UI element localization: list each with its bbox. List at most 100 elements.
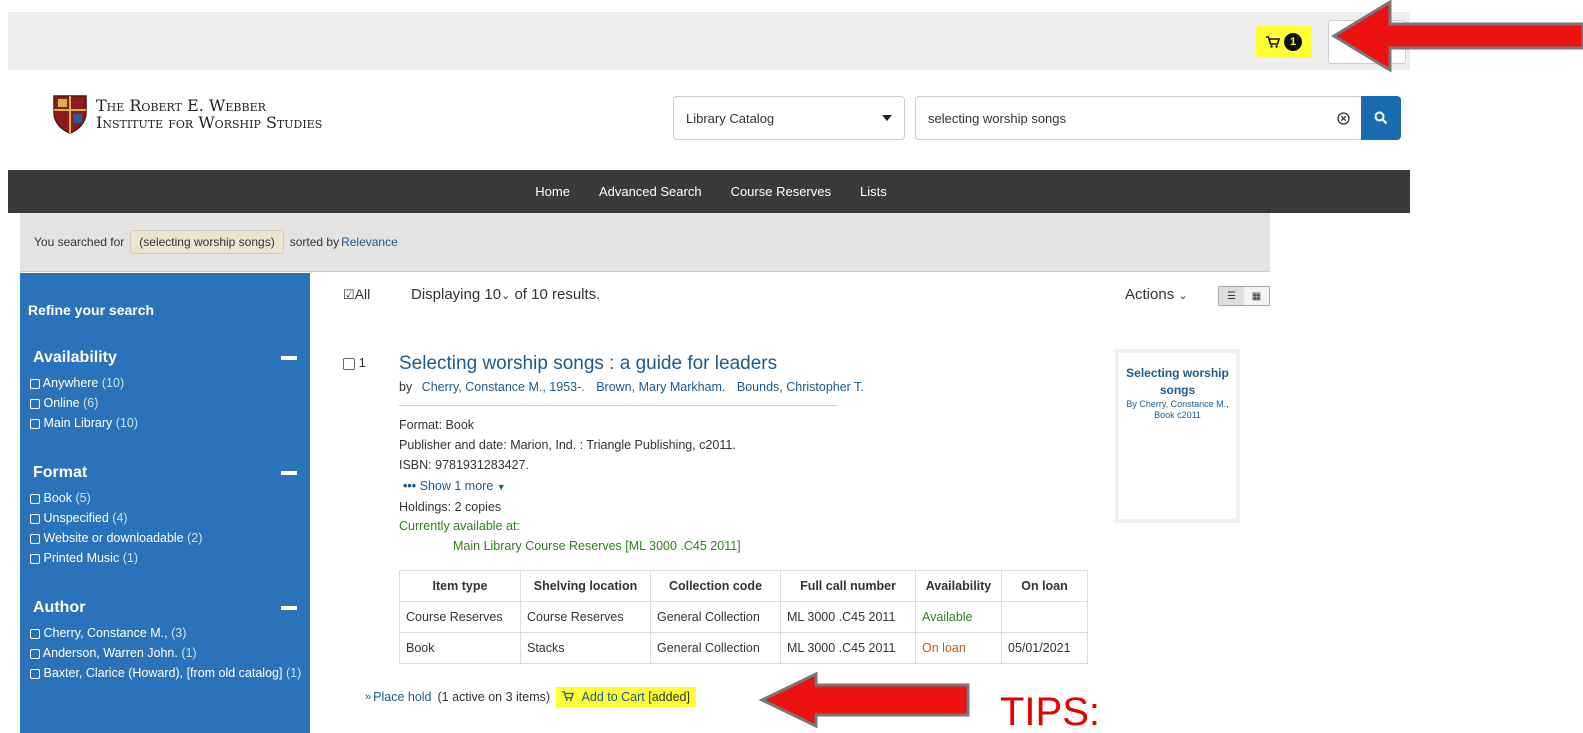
sort-relevance-link[interactable]: Relevance [341, 235, 398, 249]
status-on-loan: On loan [915, 632, 1002, 664]
cart-icon [562, 691, 574, 701]
author-link[interactable]: Cherry, Constance M., 1953-. [422, 380, 585, 394]
facet-availability: Availability Anywhere (10) Online (6) Ma… [20, 343, 310, 433]
search-term-badge[interactable]: (selecting worship songs) [130, 230, 284, 254]
cover-author: By Cherry, Constance M., [1126, 399, 1229, 409]
tips-annotation: TIPS: [1000, 690, 1101, 733]
column-header: Full call number [780, 570, 916, 602]
caret-down-icon [882, 115, 892, 121]
refine-title: Refine your search [28, 302, 155, 318]
divider [399, 405, 837, 406]
table-header-row: Item type Shelving location Collection c… [399, 570, 1088, 602]
facet-title: Format [33, 464, 88, 481]
cart-icon [1266, 36, 1280, 48]
chevron-down-icon: ⌄ [1178, 290, 1188, 302]
cart-count-badge: 1 [1284, 33, 1302, 51]
actions-menu[interactable]: Actions ⌄ [1125, 286, 1188, 303]
searched-for-label: You searched for [34, 235, 125, 249]
column-header: Availability [915, 570, 1002, 602]
view-toggle: ☰ ▦ [1218, 286, 1270, 306]
book-cover[interactable]: Selecting worship songs By Cherry, Const… [1115, 349, 1240, 523]
red-arrow-annotation [1331, 0, 1583, 72]
facet-item[interactable]: Online (6) [20, 393, 310, 413]
facet-title: Author [33, 599, 86, 616]
cover-title: Selecting worship songs [1126, 366, 1229, 397]
facet-item[interactable]: Website or downloadable (2) [20, 528, 310, 548]
availability-location: Main Library Course Reserves [ML 3000 .C… [453, 539, 741, 553]
show-more-link[interactable]: ••• Show 1 more ▼ [403, 479, 506, 493]
record-format: Format: Book [399, 418, 475, 432]
nav-advanced-search[interactable]: Advanced Search [599, 184, 702, 199]
search-scope-value: Library Catalog [686, 110, 775, 126]
red-arrow-annotation [758, 672, 970, 728]
record-isbn: ISBN: 9781931283427. [399, 458, 529, 472]
column-header: Collection code [650, 570, 781, 602]
checkbox-icon[interactable] [30, 533, 40, 544]
sorted-by-label: sorted by [289, 235, 340, 249]
availability-label: Currently available at: [399, 519, 520, 533]
checkbox-icon[interactable] [30, 628, 40, 639]
facet-item[interactable]: Book (5) [20, 488, 310, 508]
record-holdings: Holdings: 2 copies [399, 500, 502, 514]
facet-item[interactable]: Anderson, Warren John. (1) [20, 643, 310, 663]
cart-button[interactable]: 1 [1256, 26, 1312, 58]
author-link[interactable]: Brown, Mary Markham. [596, 380, 725, 394]
hold-info: (1 active on 3 items) [437, 690, 551, 704]
cover-meta: Book c2011 [1154, 410, 1201, 420]
grid-view-icon[interactable]: ▦ [1244, 287, 1269, 305]
facet-item[interactable]: Cherry, Constance M., (3) [20, 623, 310, 643]
record-checkbox[interactable] [343, 357, 355, 370]
header: The Robert E. Webber Institute for Worsh… [8, 70, 1410, 170]
checkbox-icon[interactable] [30, 668, 40, 679]
nav-course-reserves[interactable]: Course Reserves [731, 184, 831, 199]
place-hold-link[interactable]: Place hold [373, 690, 431, 704]
chevron-down-icon[interactable]: ⌄ [501, 290, 510, 302]
checkbox-icon[interactable] [30, 398, 40, 409]
collapse-icon[interactable] [281, 471, 297, 475]
double-chevron-icon: » [365, 691, 372, 703]
caret-down-icon: ▼ [496, 482, 506, 492]
shield-logo-icon [53, 95, 87, 134]
add-to-cart-button[interactable]: Add to Cart [added] [556, 687, 696, 707]
search-query: selecting worship songs [928, 110, 1067, 126]
checkbox-icon[interactable] [30, 493, 40, 504]
nav-home[interactable]: Home [535, 184, 570, 199]
holdings-table: Item type Shelving location Collection c… [399, 570, 1088, 664]
facet-item[interactable]: Baxter, Clarice (Howard), [from old cata… [20, 663, 310, 683]
record-number: 1 [343, 355, 366, 370]
record-actions: » Place hold (1 active on 3 items) Add t… [365, 687, 696, 707]
facet-item[interactable]: Main Library (10) [20, 413, 310, 433]
facet-item[interactable]: Anywhere (10) [20, 373, 310, 393]
top-bar: 1 [8, 12, 1410, 70]
result-record: 1 Selecting worship songs : a guide for … [343, 345, 1270, 680]
select-all-button[interactable]: ☑All [343, 286, 370, 303]
search-input[interactable]: selecting worship songs [915, 96, 1363, 140]
ellipsis-icon: ••• [403, 479, 417, 493]
search-scope-select[interactable]: Library Catalog [673, 96, 905, 140]
checkbox-icon[interactable] [30, 378, 40, 389]
record-title-link[interactable]: Selecting worship songs : a guide for le… [399, 353, 777, 375]
list-view-icon[interactable]: ☰ [1219, 287, 1244, 305]
results-toolbar: ☑All Displaying 10⌄ of 10 results. Actio… [343, 286, 1270, 308]
column-header: Item type [399, 570, 521, 602]
facet-title: Availability [33, 349, 117, 366]
checkbox-icon[interactable] [30, 418, 40, 429]
collapse-icon[interactable] [281, 356, 297, 360]
checkbox-icon[interactable] [30, 648, 40, 659]
collapse-icon[interactable] [281, 606, 297, 610]
search-button[interactable] [1361, 96, 1401, 140]
author-link[interactable]: Bounds, Christopher T. [737, 380, 864, 394]
facet-item[interactable]: Unspecified (4) [20, 508, 310, 528]
logo-line-1: The Robert E. Webber [96, 96, 266, 115]
check-square-icon: ☑ [343, 287, 355, 302]
checkbox-icon[interactable] [30, 553, 40, 564]
checkbox-icon[interactable] [30, 513, 40, 524]
clear-icon[interactable] [1337, 111, 1350, 125]
main-nav: Home Advanced Search Course Reserves Lis… [8, 170, 1410, 213]
table-row: Course Reserves Course Reserves General … [399, 601, 1088, 633]
table-row: Book Stacks General Collection ML 3000 .… [399, 632, 1088, 664]
facet-item[interactable]: Printed Music (1) [20, 548, 310, 568]
institute-logo[interactable]: The Robert E. Webber Institute for Worsh… [52, 94, 322, 134]
search-icon [1374, 111, 1388, 125]
nav-lists[interactable]: Lists [860, 184, 887, 199]
